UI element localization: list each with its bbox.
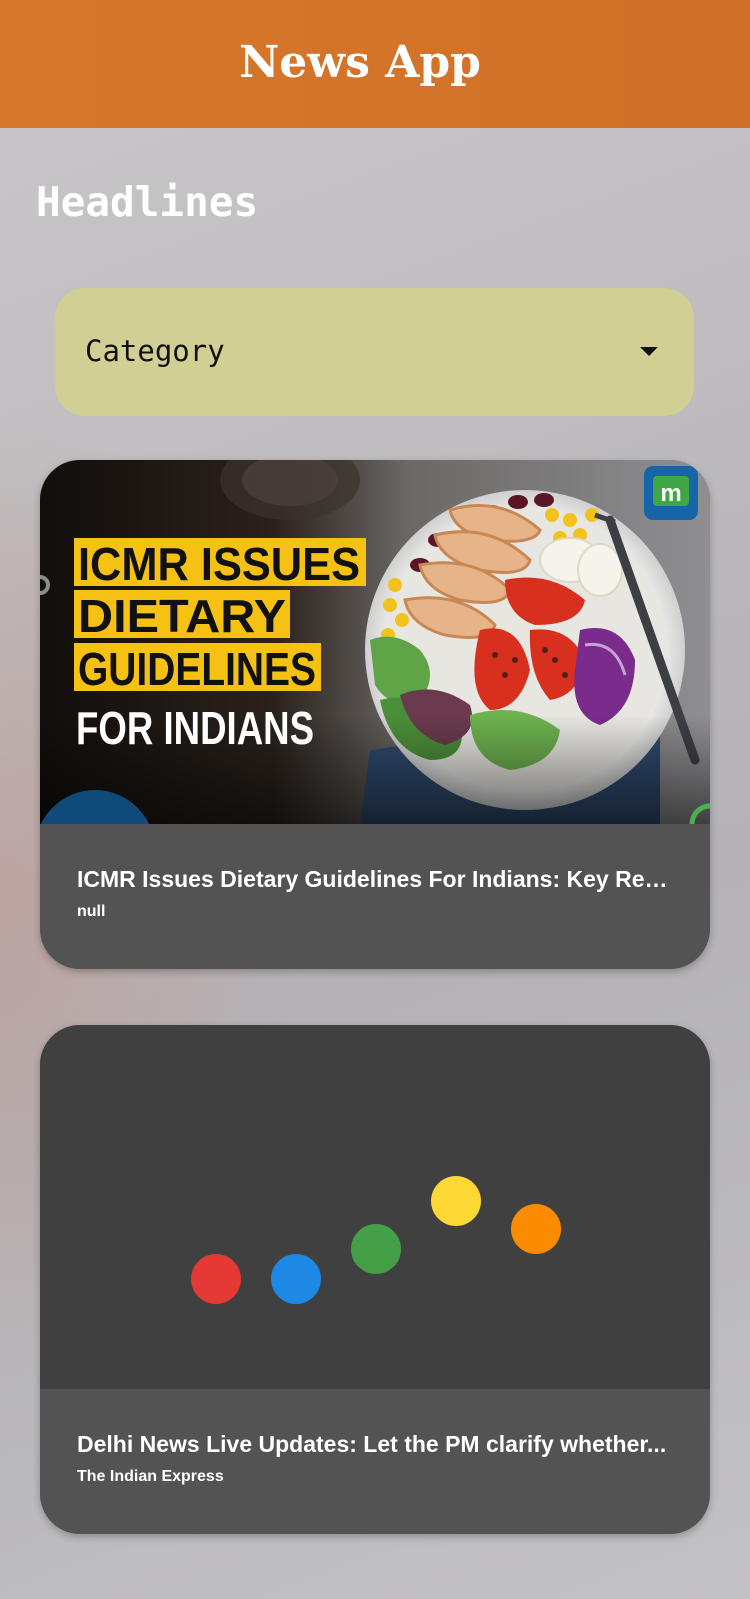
app-title: News App: [239, 36, 481, 88]
article-image: ICMR ISSUES DIETARY GUIDELINES FOR INDIA…: [40, 460, 710, 824]
image-text-line-2: DIETARY: [78, 590, 286, 642]
image-text-line-4: FOR INDIANS: [76, 702, 314, 754]
article-source: The Indian Express: [77, 1468, 224, 1485]
loading-dot-red: [191, 1254, 241, 1304]
category-dropdown[interactable]: Category: [55, 288, 694, 416]
article-headline: Delhi News Live Updates: Let the PM clar…: [77, 1431, 667, 1457]
category-dropdown-value: Category: [85, 334, 225, 368]
loading-dot-orange: [511, 1204, 561, 1254]
image-text-line-1: ICMR ISSUES: [78, 538, 360, 590]
article-source: null: [77, 903, 106, 920]
loading-dot-yellow: [431, 1176, 481, 1226]
loading-dot-green: [351, 1224, 401, 1274]
app-bar: News App: [0, 0, 750, 128]
svg-text:m: m: [660, 480, 681, 507]
article-headline: ICMR Issues Dietary Guidelines For India…: [77, 866, 673, 892]
image-loading-indicator: [40, 1025, 710, 1389]
news-card[interactable]: Delhi News Live Updates: Let the PM clar…: [40, 1025, 710, 1534]
news-card[interactable]: ICMR ISSUES DIETARY GUIDELINES FOR INDIA…: [40, 460, 710, 969]
image-text-line-3: GUIDELINES: [78, 643, 316, 695]
publisher-logo-icon: m: [644, 466, 698, 520]
loading-dot-blue: [271, 1254, 321, 1304]
dropdown-arrow-icon: [640, 347, 658, 356]
headlines-title: Headlines: [36, 178, 259, 226]
